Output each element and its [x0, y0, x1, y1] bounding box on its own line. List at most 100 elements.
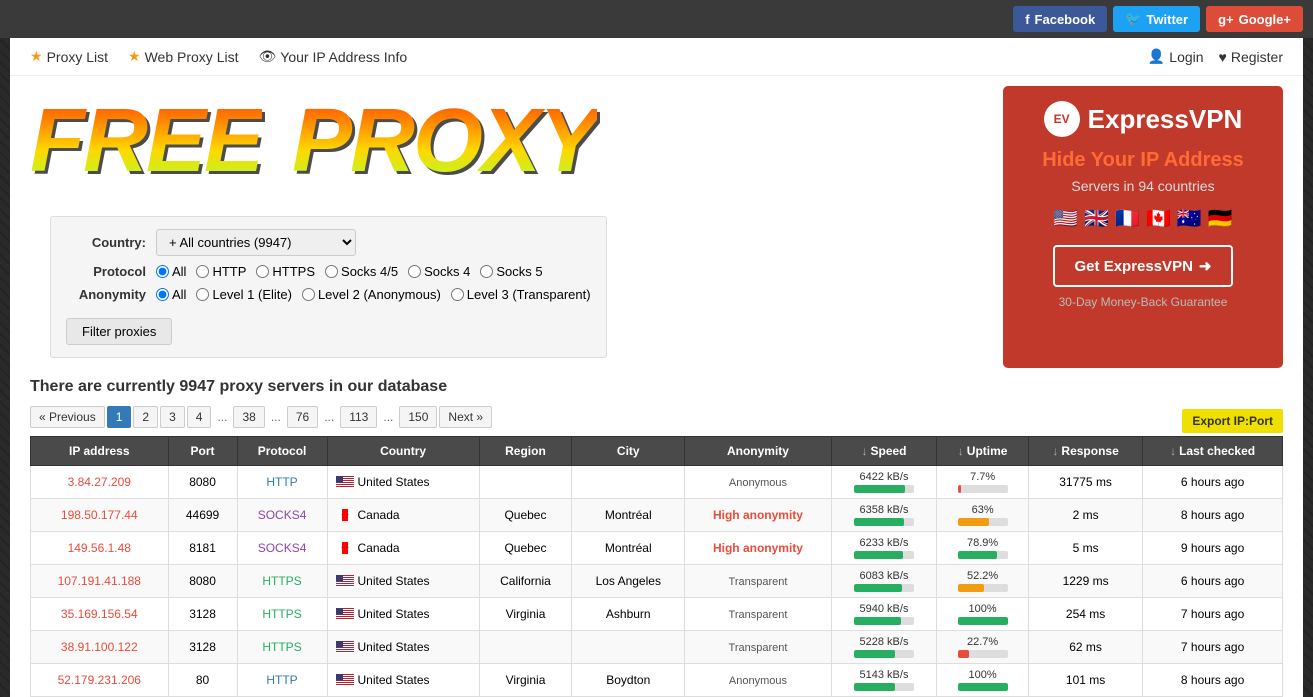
anon-level2[interactable]: Level 2 (Anonymous): [302, 287, 441, 302]
nav-proxy-list[interactable]: ★ Proxy List: [30, 48, 108, 65]
country-name: Canada: [358, 541, 400, 555]
ip-link[interactable]: 107.191.41.188: [58, 574, 141, 588]
logo-word-free: FREE: [30, 96, 262, 186]
nav-register-label: Register: [1231, 49, 1283, 65]
cell-uptime: 100%: [937, 664, 1029, 697]
th-anonymity: Anonymity: [685, 437, 832, 466]
cell-anonymity: Anonymous: [685, 664, 832, 697]
th-response: ↓Response: [1029, 437, 1143, 466]
protocol-http[interactable]: HTTP: [196, 264, 246, 279]
page-btn-1[interactable]: 1: [107, 406, 132, 428]
star-icon-1: ★: [30, 48, 43, 65]
page-btn-2[interactable]: 2: [133, 406, 158, 428]
ip-link[interactable]: 38.91.100.122: [61, 640, 138, 654]
google-button[interactable]: g+ Google+: [1206, 6, 1303, 32]
cell-anonymity: High anonymity: [685, 532, 832, 565]
nav-register[interactable]: ♥ Register: [1219, 49, 1283, 65]
nav-web-proxy-list[interactable]: ★ Web Proxy List: [128, 48, 238, 65]
uptime-bar-outer: [958, 485, 1008, 493]
cell-response: 5 ms: [1029, 532, 1143, 565]
ip-link[interactable]: 198.50.177.44: [61, 508, 138, 522]
page-btn-4[interactable]: 4: [187, 406, 212, 428]
page-btn-3[interactable]: 3: [160, 406, 185, 428]
cell-speed: 5143 kB/s: [831, 664, 936, 697]
prev-page-btn[interactable]: « Previous: [30, 406, 105, 428]
facebook-button[interactable]: f Facebook: [1013, 6, 1107, 32]
uptime-bar-outer: [958, 617, 1008, 625]
table-row: 3.84.27.209 8080 HTTP United States Anon…: [31, 466, 1283, 499]
country-select[interactable]: + All countries (9947): [156, 229, 356, 256]
speed-bar-outer: [854, 551, 914, 559]
nav-web-proxy-label: Web Proxy List: [145, 49, 239, 65]
cell-city: Montréal: [572, 499, 685, 532]
export-button[interactable]: Export IP:Port: [1182, 409, 1283, 433]
logo-word-proxy: PROXY: [292, 96, 597, 186]
table-row: 35.169.156.54 3128 HTTPS United States V…: [31, 598, 1283, 631]
nav-login[interactable]: 👤 Login: [1148, 48, 1204, 65]
google-icon: g+: [1218, 12, 1234, 27]
flag-fr-icon: 🇫🇷: [1115, 206, 1140, 231]
nav-bar: ★ Proxy List ★ Web Proxy List 👁 Your IP …: [10, 38, 1303, 76]
speed-bar-inner: [854, 551, 903, 559]
uptime-bar-inner: [958, 584, 984, 592]
cell-uptime: 100%: [937, 598, 1029, 631]
cell-uptime: 22.7%: [937, 631, 1029, 664]
page-btn-76[interactable]: 76: [287, 406, 318, 428]
cell-last-checked: 8 hours ago: [1143, 664, 1283, 697]
ip-link[interactable]: 52.179.231.206: [58, 673, 141, 687]
cell-region: [479, 631, 572, 664]
ip-link[interactable]: 35.169.156.54: [61, 607, 138, 621]
protocol-all[interactable]: All: [156, 264, 186, 279]
page-dots-1: ...: [213, 407, 231, 427]
ip-link[interactable]: 149.56.1.48: [68, 541, 131, 555]
next-page-btn[interactable]: Next »: [439, 406, 492, 428]
uptime-bar-inner: [958, 617, 1008, 625]
cell-region: [479, 466, 572, 499]
speed-label: 6083 kB/s: [860, 570, 909, 582]
twitter-button[interactable]: 🐦 Twitter: [1113, 6, 1200, 32]
protocol-https[interactable]: HTTPS: [256, 264, 315, 279]
ip-link[interactable]: 3.84.27.209: [68, 475, 131, 489]
ad-title: Hide Your IP Address: [1018, 149, 1268, 172]
country-name: United States: [358, 607, 430, 621]
speed-bar-inner: [854, 518, 904, 526]
eye-icon: 👁: [258, 48, 276, 65]
cell-protocol: HTTPS: [237, 565, 327, 598]
anonymity-radio-group: All Level 1 (Elite) Level 2 (Anonymous) …: [156, 287, 591, 302]
page-btn-113[interactable]: 113: [340, 406, 377, 428]
uptime-bar-inner: [958, 650, 969, 658]
cell-protocol: HTTPS: [237, 598, 327, 631]
table-row: 198.50.177.44 44699 SOCKS4 Canada Quebec…: [31, 499, 1283, 532]
th-ip: IP address: [31, 437, 169, 466]
page-btn-150[interactable]: 150: [399, 406, 437, 428]
flag-ca-icon: 🇨🇦: [1146, 206, 1171, 231]
speed-label: 6422 kB/s: [860, 471, 909, 483]
cell-protocol: SOCKS4: [237, 532, 327, 565]
cell-last-checked: 7 hours ago: [1143, 598, 1283, 631]
speed-label: 6358 kB/s: [860, 504, 909, 516]
uptime-bar-outer: [958, 518, 1008, 526]
flag-gb-icon: 🇬🇧: [1084, 206, 1109, 231]
protocol-socks4[interactable]: Socks 4: [408, 264, 470, 279]
anon-level1[interactable]: Level 1 (Elite): [196, 287, 291, 302]
cell-ip: 149.56.1.48: [31, 532, 169, 565]
page-btn-38[interactable]: 38: [233, 406, 264, 428]
page-dots-2: ...: [267, 407, 285, 427]
cell-last-checked: 9 hours ago: [1143, 532, 1283, 565]
uptime-label: 78.9%: [967, 537, 998, 549]
filter-proxies-button[interactable]: Filter proxies: [66, 318, 172, 345]
cell-anonymity: Transparent: [685, 565, 832, 598]
twitter-icon: 🐦: [1125, 11, 1141, 27]
anon-level3[interactable]: Level 3 (Transparent): [451, 287, 591, 302]
nav-ip-info[interactable]: 👁 Your IP Address Info: [258, 48, 407, 65]
speed-label: 6233 kB/s: [860, 537, 909, 549]
protocol-socks45[interactable]: Socks 4/5: [325, 264, 398, 279]
speed-bar-inner: [854, 617, 901, 625]
protocol-socks5[interactable]: Socks 5: [480, 264, 542, 279]
cell-uptime: 78.9%: [937, 532, 1029, 565]
cell-response: 254 ms: [1029, 598, 1143, 631]
get-vpn-button[interactable]: Get ExpressVPN ➜: [1053, 245, 1234, 287]
cell-uptime: 52.2%: [937, 565, 1029, 598]
speed-bar-outer: [854, 650, 914, 658]
anon-all[interactable]: All: [156, 287, 186, 302]
